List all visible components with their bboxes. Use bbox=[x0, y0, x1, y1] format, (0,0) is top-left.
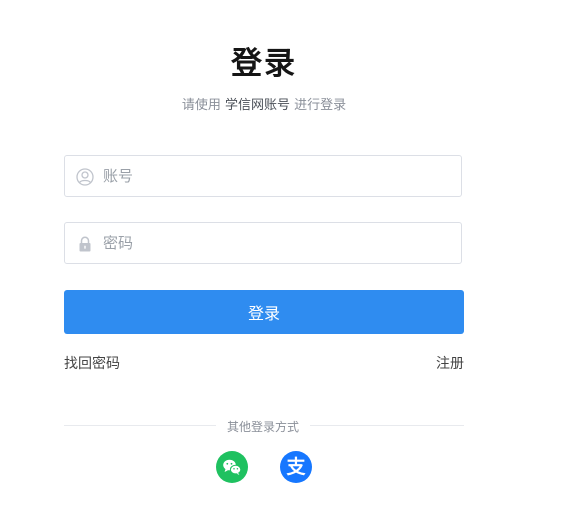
page-subtitle: 请使用 学信网账号 进行登录 bbox=[0, 94, 528, 113]
wechat-icon bbox=[223, 459, 242, 475]
password-input[interactable] bbox=[103, 223, 453, 263]
register-link[interactable]: 注册 bbox=[436, 353, 464, 373]
password-field[interactable] bbox=[64, 222, 462, 264]
subtitle-suffix: 进行登录 bbox=[290, 98, 347, 113]
login-page: 登录 请使用 学信网账号 进行登录 登录 找回密码 注册 其他登录方式 bbox=[0, 0, 571, 528]
username-input[interactable] bbox=[103, 156, 453, 196]
page-title: 登录 bbox=[231, 46, 297, 82]
divider-right bbox=[310, 425, 464, 426]
alipay-icon: 支 bbox=[286, 456, 306, 478]
other-login-label: 其他登录方式 bbox=[226, 420, 299, 434]
divider-left bbox=[64, 425, 216, 426]
forgot-password-link[interactable]: 找回密码 bbox=[64, 353, 120, 373]
username-field[interactable] bbox=[64, 155, 462, 197]
login-button[interactable]: 登录 bbox=[64, 290, 464, 334]
wechat-login-button[interactable] bbox=[216, 451, 248, 483]
user-icon bbox=[76, 168, 94, 186]
alipay-login-button[interactable]: 支 bbox=[280, 451, 312, 483]
lock-icon bbox=[76, 235, 94, 253]
subtitle-prefix: 请使用 bbox=[181, 98, 225, 113]
subtitle-account-name: 学信网账号 bbox=[224, 98, 290, 113]
